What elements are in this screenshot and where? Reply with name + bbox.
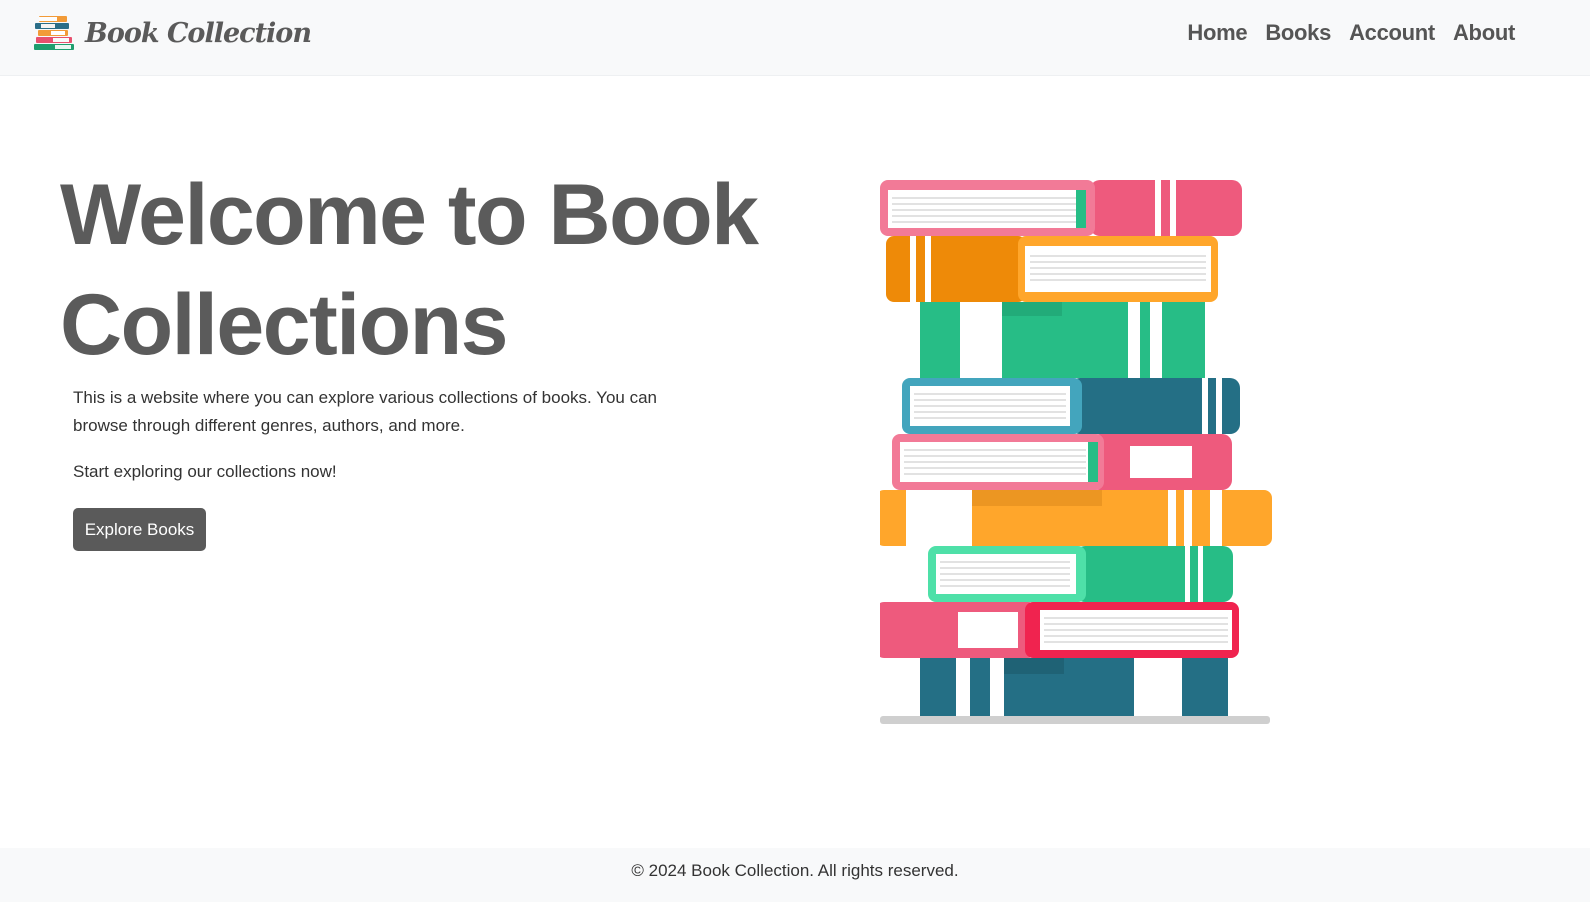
brand-link[interactable]: Book Collection — [33, 14, 312, 52]
nav-link-books[interactable]: Books — [1265, 20, 1331, 46]
book-pink-top — [880, 180, 1242, 236]
hero-description: This is a website where you can explore … — [73, 388, 657, 435]
book-orange-1 — [886, 236, 1218, 302]
nav-link-home[interactable]: Home — [1187, 20, 1247, 46]
nav-links: Home Books Account About — [1187, 20, 1515, 46]
brand-name: Book Collection — [85, 17, 312, 49]
book-orange-2 — [880, 490, 1272, 546]
book-teal-upright — [920, 658, 1228, 716]
book-stack-illustration — [880, 180, 1272, 724]
book-stack-icon — [34, 16, 74, 50]
explore-books-button[interactable]: Explore Books — [73, 508, 206, 551]
nav-link-account[interactable]: Account — [1349, 20, 1435, 46]
hero-cta-text: Start exploring our collections now! — [73, 462, 337, 481]
book-green-2 — [928, 546, 1233, 602]
hero-title: Welcome to Book Collections — [60, 167, 759, 373]
navbar: Book Collection Home Books Account About — [0, 0, 1590, 76]
footer-text: © 2024 Book Collection. All rights reser… — [631, 861, 959, 880]
book-teal — [902, 378, 1240, 434]
book-green-upright — [920, 302, 1205, 378]
footer: © 2024 Book Collection. All rights reser… — [0, 848, 1590, 902]
book-pink-3 — [880, 602, 1239, 658]
nav-link-about[interactable]: About — [1453, 20, 1515, 46]
shelf-shadow — [880, 716, 1270, 724]
book-pink-2 — [892, 434, 1232, 490]
